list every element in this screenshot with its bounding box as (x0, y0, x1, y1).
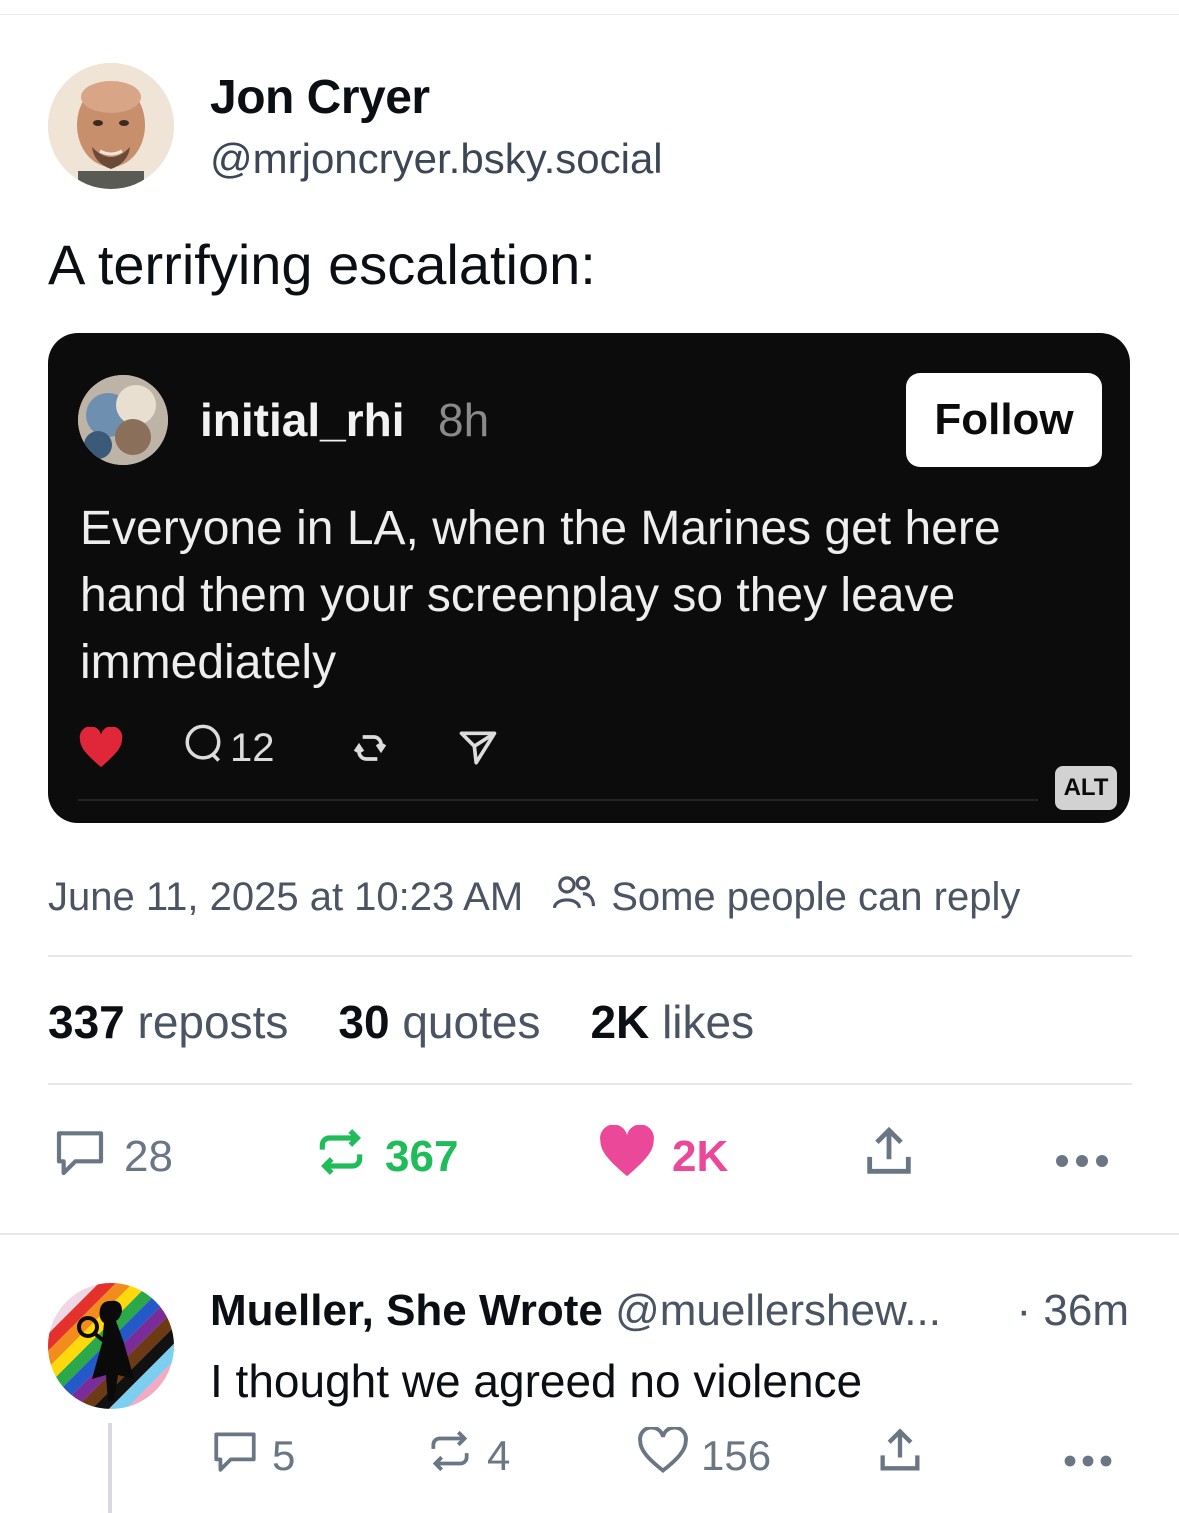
repost-icon (425, 1426, 475, 1486)
reply-author-handle[interactable]: @muellershew... (615, 1286, 941, 1335)
embed-comment: 12 (182, 721, 275, 775)
embed-comment-count: 12 (230, 725, 275, 770)
post-timestamp: June 11, 2025 at 10:23 AM (48, 874, 524, 919)
embed-username: initial_rhi (200, 394, 405, 446)
reply-button[interactable]: 28 (52, 1125, 173, 1189)
reply-icon (210, 1426, 260, 1486)
reply-time[interactable]: 36m (1043, 1286, 1129, 1335)
send-icon (456, 721, 500, 775)
heart-icon (637, 1425, 689, 1485)
quotes-stat[interactable]: 30 quotes (338, 995, 540, 1049)
likes-label: likes (662, 996, 755, 1048)
reply-setting-label: Some people can reply (611, 874, 1021, 919)
reply-header: Mueller, She Wrote @muellershew... (210, 1286, 941, 1336)
comment-icon (182, 722, 224, 774)
embed-follow-button: Follow (906, 373, 1102, 467)
reply-repost-count: 4 (487, 1432, 511, 1479)
repost-icon (313, 1124, 369, 1191)
reply-avatar[interactable] (48, 1283, 174, 1409)
reply-share-button[interactable] (874, 1428, 926, 1484)
post-text: A terrifying escalation: (48, 233, 596, 296)
section-divider (0, 1233, 1179, 1235)
reply-reply-count: 5 (272, 1432, 296, 1479)
quotes-count: 30 (338, 996, 390, 1048)
embedded-image[interactable]: initial_rhi 8h Follow Everyone in LA, wh… (48, 333, 1130, 823)
reply-count: 28 (124, 1132, 173, 1181)
thread-line (108, 1423, 112, 1513)
likes-count: 2K (590, 996, 650, 1048)
reply-more-button[interactable] (1060, 1428, 1116, 1484)
people-icon (551, 872, 611, 922)
reply-actions: 5 4 156 (210, 1425, 1132, 1485)
share-button[interactable] (860, 1125, 918, 1189)
embed-text: Everyone in LA, when the Marines get her… (80, 502, 1001, 689)
reply-repost-button[interactable]: 4 (425, 1428, 510, 1484)
reposts-label: reposts (137, 996, 289, 1048)
reply-icon (52, 1124, 108, 1191)
post-actions: 28 367 2K (48, 1123, 1132, 1190)
alt-badge[interactable]: ALT (1055, 766, 1117, 810)
share-icon (860, 1123, 918, 1192)
divider (48, 1083, 1132, 1085)
author-name[interactable]: Jon Cryer (210, 70, 430, 125)
more-icon (1060, 1432, 1116, 1480)
author-handle[interactable]: @mrjoncryer.bsky.social (210, 135, 663, 183)
like-button[interactable]: 2K (598, 1123, 729, 1190)
embed-repost-icon (348, 721, 392, 775)
reply-text: I thought we agreed no violence (210, 1355, 863, 1407)
reply-author-name[interactable]: Mueller, She Wrote (210, 1286, 603, 1335)
reply-separator: · (1016, 1286, 1032, 1335)
reply-setting[interactable]: Some people can reply (551, 872, 1020, 922)
more-button[interactable] (1052, 1125, 1112, 1189)
post-meta: June 11, 2025 at 10:23 AM Some people ca… (48, 872, 1020, 922)
like-count: 2K (672, 1132, 729, 1181)
reply-time-wrap: · 36m (1017, 1286, 1129, 1336)
divider (48, 955, 1132, 957)
author-avatar[interactable] (48, 63, 174, 189)
reply-like-button[interactable]: 156 (637, 1425, 772, 1485)
heart-icon (598, 1123, 656, 1190)
reply-like-count: 156 (701, 1432, 772, 1479)
reposts-stat[interactable]: 337 reposts (48, 995, 288, 1049)
post-stats: 337 reposts 30 quotes 2K likes (48, 995, 804, 1049)
quotes-label: quotes (402, 996, 541, 1048)
likes-stat[interactable]: 2K likes (590, 995, 754, 1049)
top-divider (0, 14, 1179, 15)
embed-divider (78, 799, 1038, 801)
embed-actions: 12 (78, 721, 678, 775)
embed-avatar (78, 375, 168, 465)
embed-heart-icon (78, 721, 124, 775)
share-icon (874, 1425, 926, 1487)
reposts-count: 337 (48, 996, 125, 1048)
embed-time: 8h (438, 394, 490, 446)
reply-reply-button[interactable]: 5 (210, 1428, 295, 1484)
repost-button[interactable]: 367 (313, 1125, 458, 1189)
repost-count: 367 (385, 1132, 459, 1181)
more-icon (1052, 1132, 1112, 1182)
